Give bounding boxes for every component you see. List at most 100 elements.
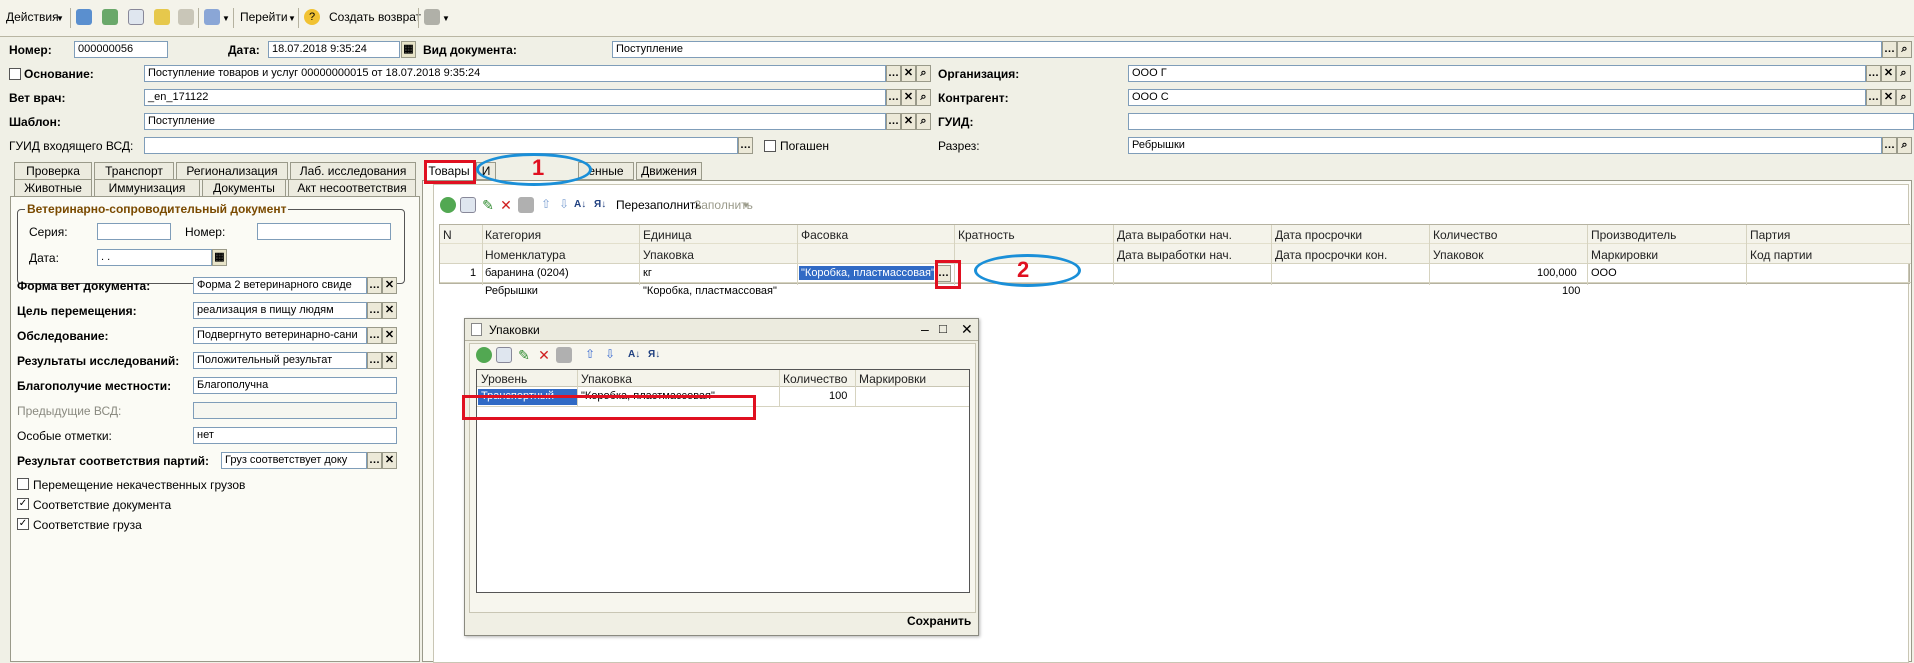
- refresh-icon[interactable]: [102, 9, 118, 25]
- maximize-icon[interactable]: □: [939, 321, 947, 336]
- copy-icon[interactable]: [460, 197, 476, 213]
- col-markings[interactable]: Маркировки: [859, 372, 926, 386]
- select-button[interactable]: …: [738, 137, 753, 154]
- refill-button[interactable]: Перезаполнить: [616, 198, 702, 212]
- exam-field[interactable]: Подвергнуто ветеринарно-сани: [193, 327, 367, 344]
- col-level[interactable]: Уровень: [481, 372, 527, 386]
- org-field[interactable]: ООО Г: [1128, 65, 1866, 82]
- col-expiry-end[interactable]: Дата просрочки кон.: [1275, 248, 1387, 262]
- select-button[interactable]: …: [1882, 137, 1897, 154]
- col-nomenclature[interactable]: Номенклатура: [485, 248, 566, 262]
- prev-vsd-field[interactable]: [193, 402, 397, 419]
- save-icon[interactable]: [518, 197, 534, 213]
- clear-icon[interactable]: ✕: [382, 302, 397, 319]
- add-icon[interactable]: [440, 197, 456, 213]
- clear-icon[interactable]: ✕: [382, 352, 397, 369]
- cut-field[interactable]: Ребрышки: [1128, 137, 1882, 154]
- row1-unit[interactable]: кг: [643, 267, 652, 279]
- copy-icon[interactable]: [128, 9, 144, 25]
- form-field[interactable]: Форма 2 ветеринарного свиде: [193, 277, 367, 294]
- search-icon[interactable]: ⌕: [1897, 137, 1912, 154]
- select-button[interactable]: …: [886, 65, 901, 82]
- post-icon[interactable]: [76, 9, 92, 25]
- col-category[interactable]: Категория: [485, 228, 541, 242]
- col-multiplicity[interactable]: Кратность: [958, 228, 1015, 242]
- chk-bad-cargo[interactable]: [17, 478, 29, 490]
- tab-transport[interactable]: Транспорт: [94, 162, 174, 180]
- chevron-down-icon[interactable]: ▼: [742, 201, 750, 210]
- basis-checkbox[interactable]: [9, 68, 21, 80]
- tab-documents[interactable]: Документы: [202, 179, 286, 197]
- save-button[interactable]: Сохранить: [907, 614, 971, 628]
- search-icon[interactable]: ⌕: [1896, 65, 1911, 82]
- col-markings[interactable]: Маркировки: [1591, 248, 1658, 262]
- sort-desc-icon[interactable]: Я↓: [648, 347, 664, 363]
- col-packing[interactable]: Фасовка: [801, 228, 848, 242]
- welfare-field[interactable]: Благополучна: [193, 377, 397, 394]
- purpose-field[interactable]: реализация в пищу людям: [193, 302, 367, 319]
- print-icon[interactable]: [424, 9, 440, 25]
- delete-icon[interactable]: ✕: [498, 197, 514, 213]
- document-icon[interactable]: [154, 9, 170, 25]
- close-icon[interactable]: ✕: [961, 321, 973, 338]
- template-field[interactable]: Поступление: [144, 113, 886, 130]
- row2-packs[interactable]: 100: [1562, 285, 1580, 297]
- goto-menu[interactable]: Перейти: [240, 10, 288, 24]
- tab-check[interactable]: Проверка: [14, 162, 92, 180]
- tab-animals[interactable]: Животные: [14, 179, 92, 197]
- col-prod-date-2[interactable]: Дата выработки нач.: [1117, 248, 1232, 262]
- col-quantity[interactable]: Количество: [1433, 228, 1497, 242]
- help-icon[interactable]: ?: [304, 9, 320, 25]
- match-field[interactable]: Груз соответствует доку: [221, 452, 367, 469]
- row1-category[interactable]: баранина (0204): [485, 267, 569, 279]
- tab-movements[interactable]: Движения: [636, 162, 702, 180]
- col-n[interactable]: N: [443, 228, 452, 242]
- edit-icon[interactable]: ✎: [516, 347, 532, 363]
- clear-icon[interactable]: ✕: [901, 65, 916, 82]
- select-button[interactable]: …: [1866, 65, 1881, 82]
- select-button[interactable]: …: [367, 327, 382, 344]
- create-return-button[interactable]: Создать возврат: [329, 10, 421, 24]
- chevron-down-icon[interactable]: ▼: [222, 14, 230, 23]
- vet-field[interactable]: _en_171122: [144, 89, 886, 106]
- guid-field[interactable]: [1128, 113, 1914, 130]
- chk-doc-match[interactable]: ✓: [17, 498, 29, 510]
- col-package[interactable]: Упаковка: [643, 248, 694, 262]
- clear-icon[interactable]: ✕: [1881, 89, 1896, 106]
- add-icon[interactable]: [476, 347, 492, 363]
- col-producer[interactable]: Производитель: [1591, 228, 1676, 242]
- select-button[interactable]: …: [1882, 41, 1897, 58]
- delete-icon[interactable]: ✕: [536, 347, 552, 363]
- date-field[interactable]: 18.07.2018 9:35:24: [268, 41, 400, 58]
- move-up-icon[interactable]: ⇧: [582, 347, 598, 363]
- select-button[interactable]: …: [367, 352, 382, 369]
- col-package[interactable]: Упаковка: [581, 372, 632, 386]
- col-batch[interactable]: Партия: [1750, 228, 1790, 242]
- series-field[interactable]: [97, 223, 171, 240]
- tab-regionalization[interactable]: Регионализация: [176, 162, 288, 180]
- counterparty-field[interactable]: ООО С: [1128, 89, 1866, 106]
- move-down-icon[interactable]: ⇩: [556, 197, 572, 213]
- calendar-icon[interactable]: ▦: [212, 249, 227, 266]
- number-field[interactable]: 000000056: [74, 41, 168, 58]
- switch-icon[interactable]: [204, 9, 220, 25]
- chevron-down-icon[interactable]: ▼: [56, 14, 64, 23]
- guid-vsd-field[interactable]: [144, 137, 738, 154]
- select-button[interactable]: …: [886, 113, 901, 130]
- col-packs[interactable]: Упаковок: [1433, 248, 1483, 262]
- row1-producer[interactable]: ООО: [1591, 267, 1617, 279]
- basis-field[interactable]: Поступление товаров и услуг 00000000015 …: [144, 65, 886, 82]
- vsd-date-field[interactable]: . .: [97, 249, 212, 266]
- clear-icon[interactable]: ✕: [901, 89, 916, 106]
- vsd-number-field[interactable]: [257, 223, 391, 240]
- calendar-icon[interactable]: ▦: [401, 41, 416, 58]
- tab-immunization[interactable]: Иммунизация: [94, 179, 200, 197]
- row2-nomenclature[interactable]: Ребрышки: [485, 285, 538, 297]
- repaid-checkbox[interactable]: [764, 140, 776, 152]
- row-quantity[interactable]: 100: [829, 390, 847, 402]
- save-icon[interactable]: [556, 347, 572, 363]
- sort-desc-icon[interactable]: Я↓: [594, 197, 610, 213]
- search-icon[interactable]: ⌕: [916, 65, 931, 82]
- row1-quantity[interactable]: 100,000: [1537, 267, 1577, 279]
- sort-asc-icon[interactable]: A↓: [628, 347, 644, 363]
